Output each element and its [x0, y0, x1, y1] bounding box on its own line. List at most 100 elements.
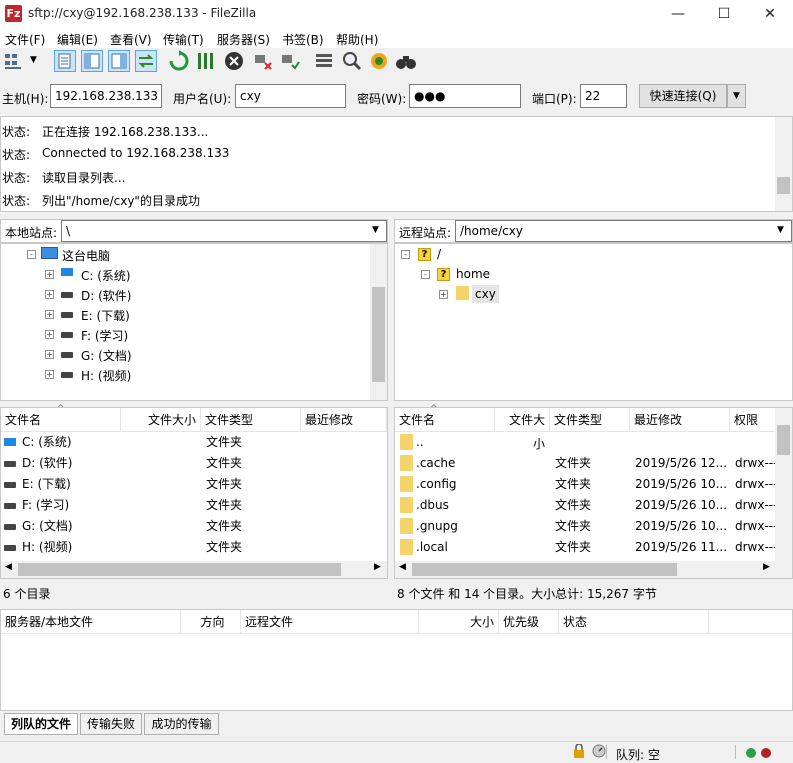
table-row[interactable]: .config 文件夹 2019/5/26 10... drwx--- [395, 474, 775, 495]
cancel-operation-icon[interactable] [223, 50, 245, 72]
column-modified[interactable]: 最近修改 [630, 408, 730, 432]
table-row[interactable]: F: (学习) 文件夹 [1, 495, 371, 516]
password-input[interactable]: ●●● [409, 84, 521, 108]
expand-icon[interactable]: + [439, 290, 448, 299]
remote-list-vscrollbar-thumb[interactable] [777, 425, 790, 455]
speed-limit-icon[interactable] [592, 744, 606, 758]
log-message: Connected to 192.168.238.133 [42, 146, 230, 160]
reconnect-icon[interactable] [279, 50, 301, 72]
scroll-left-icon[interactable]: ◀ [5, 562, 12, 572]
column-remote-file[interactable]: 远程文件 [241, 610, 419, 634]
tree-item-drive[interactable]: F: (学习) [81, 327, 128, 344]
scroll-left-icon[interactable]: ◀ [399, 562, 406, 572]
column-size[interactable]: 大小 [419, 610, 499, 634]
column-filetype[interactable]: 文件类型 [201, 408, 301, 432]
tree-item-cxy-selected[interactable]: cxy [472, 285, 499, 303]
menu-transfer[interactable]: 传输(T) [163, 31, 204, 48]
expand-icon[interactable]: + [45, 370, 54, 379]
minimize-icon[interactable]: — [655, 0, 701, 28]
expand-icon[interactable]: + [45, 270, 54, 279]
tree-item-drive[interactable]: G: (文档) [81, 347, 132, 364]
menu-server[interactable]: 服务器(S) [217, 31, 270, 48]
local-list-hscrollbar-thumb[interactable] [18, 563, 341, 576]
search-icon[interactable] [341, 50, 363, 72]
table-row[interactable]: D: (软件) 文件夹 [1, 453, 371, 474]
tree-item-drive[interactable]: H: (视频) [81, 367, 131, 384]
table-row[interactable]: .local 文件夹 2019/5/26 11... drwx--- [395, 537, 775, 558]
quickconnect-dropdown-icon[interactable]: ▼ [727, 84, 746, 108]
column-direction[interactable]: 方向 [181, 610, 241, 634]
expand-icon[interactable]: + [45, 330, 54, 339]
local-tree-scrollbar-thumb[interactable] [372, 287, 385, 382]
scroll-right-icon[interactable]: ▶ [374, 562, 381, 572]
table-row[interactable]: C: (系统) 文件夹 [1, 432, 371, 453]
expand-icon[interactable]: + [45, 350, 54, 359]
collapse-icon[interactable]: - [27, 250, 36, 259]
quickconnect-button[interactable]: 快速连接(Q) [639, 84, 727, 108]
chevron-down-icon[interactable]: ▼ [372, 225, 379, 235]
chevron-down-icon[interactable]: ▼ [30, 55, 37, 65]
tab-successful-transfers[interactable]: 成功的传输 [144, 713, 219, 735]
menu-view[interactable]: 查看(V) [110, 31, 152, 48]
file-type: 文件夹 [206, 540, 243, 554]
collapse-icon[interactable]: - [401, 250, 410, 259]
menu-edit[interactable]: 编辑(E) [57, 31, 98, 48]
menu-file[interactable]: 文件(F) [5, 31, 45, 48]
refresh-icon[interactable] [168, 50, 190, 72]
tree-item-root[interactable]: / [437, 247, 441, 261]
collapse-icon[interactable]: - [421, 270, 430, 279]
table-row[interactable]: .. [395, 432, 775, 453]
close-icon[interactable]: ✕ [747, 0, 793, 28]
table-row[interactable]: .dbus 文件夹 2019/5/26 10... drwx--- [395, 495, 775, 516]
process-queue-icon[interactable] [195, 50, 217, 72]
disconnect-icon[interactable] [252, 50, 274, 72]
table-row[interactable]: H: (视频) 文件夹 [1, 537, 371, 558]
sync-browsing-icon[interactable] [368, 50, 390, 72]
column-filesize[interactable]: 文件大小 [121, 408, 201, 432]
scroll-right-icon[interactable]: ▶ [763, 562, 770, 572]
tab-queued-files[interactable]: 列队的文件 [4, 713, 78, 735]
username-input[interactable]: cxy [235, 84, 346, 108]
table-row[interactable]: G: (文档) 文件夹 [1, 516, 371, 537]
table-row[interactable]: .gnupg 文件夹 2019/5/26 10... drwx--- [395, 516, 775, 537]
site-manager-icon[interactable] [3, 50, 25, 72]
lock-icon[interactable] [572, 743, 586, 758]
log-scrollbar[interactable] [775, 117, 792, 211]
local-path-input[interactable]: \ [61, 220, 387, 242]
tab-failed-transfers[interactable]: 传输失败 [80, 713, 142, 735]
tree-item-drive[interactable]: E: (下载) [81, 307, 130, 324]
menu-help[interactable]: 帮助(H) [336, 31, 378, 48]
tree-item-drive[interactable]: D: (软件) [81, 287, 131, 304]
remote-path-input[interactable]: /home/cxy [455, 220, 792, 242]
column-status[interactable]: 状态 [559, 610, 709, 634]
column-filesize[interactable]: 文件大小 [495, 408, 550, 451]
menu-bookmarks[interactable]: 书签(B) [282, 31, 324, 48]
tree-item-drive[interactable]: C: (系统) [81, 267, 131, 284]
table-row[interactable]: .cache 文件夹 2019/5/26 12... drwx--- [395, 453, 775, 474]
column-priority[interactable]: 优先级 [499, 610, 559, 634]
table-row[interactable]: E: (下载) 文件夹 [1, 474, 371, 495]
column-server-local-file[interactable]: 服务器/本地文件 [1, 610, 181, 634]
drive-icon [4, 482, 16, 488]
column-filetype[interactable]: 文件类型 [550, 408, 630, 432]
maximize-icon[interactable]: ☐ [701, 0, 747, 28]
toggle-remote-tree-icon[interactable] [108, 50, 130, 72]
expand-icon[interactable]: + [45, 290, 54, 299]
file-name: .config [416, 477, 457, 491]
log-scrollbar-thumb[interactable] [777, 177, 790, 194]
column-filename[interactable]: 文件名 [395, 408, 495, 432]
binoculars-icon[interactable] [395, 50, 417, 72]
column-permissions[interactable]: 权限 [730, 408, 775, 432]
tree-item-this-pc[interactable]: 这台电脑 [62, 247, 110, 264]
tree-item-home[interactable]: home [456, 267, 490, 281]
remote-list-hscrollbar-thumb[interactable] [412, 563, 677, 576]
port-input[interactable]: 22 [580, 84, 627, 108]
expand-icon[interactable]: + [45, 310, 54, 319]
directory-listing-filter-icon[interactable] [313, 50, 335, 72]
toggle-queue-icon[interactable] [135, 50, 157, 72]
toggle-local-tree-icon[interactable] [81, 50, 103, 72]
column-modified[interactable]: 最近修改 [301, 408, 387, 432]
host-input[interactable]: 192.168.238.133 [50, 84, 162, 108]
toggle-log-icon[interactable] [54, 50, 76, 72]
chevron-down-icon[interactable]: ▼ [777, 225, 784, 235]
